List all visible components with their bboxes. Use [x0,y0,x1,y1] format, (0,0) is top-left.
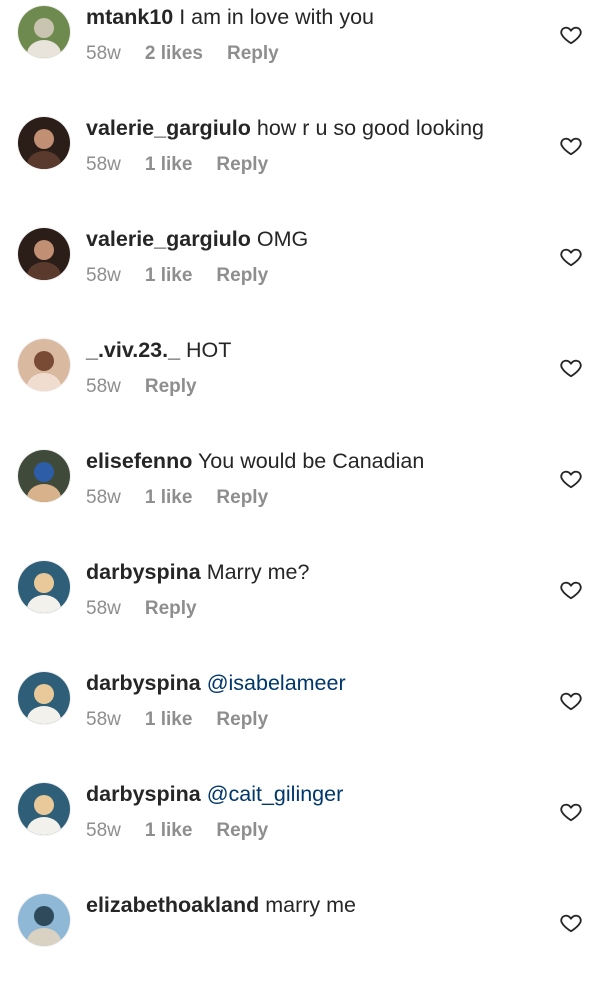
like-heart-icon[interactable] [560,579,582,601]
like-heart-icon[interactable] [560,690,582,712]
comment-username[interactable]: valerie_gargiulo [86,116,251,140]
reply-button[interactable]: Reply [216,709,268,730]
comment-timestamp: 58w [86,598,121,619]
comment-item: _.viv.23._ HOT 58w Reply [0,333,616,444]
comment-likes-link[interactable]: 1 like [145,709,193,730]
reply-button[interactable]: Reply [145,376,197,397]
comment-meta: 58w Reply [86,597,221,621]
comment-item: darbyspina @isabelameer 58w 1 like Reply [0,666,616,777]
comment-username[interactable]: elisefenno [86,449,192,473]
avatar[interactable] [18,894,70,946]
comment-item: mtank10 I am in love with you 58w 2 likes R… [0,0,616,111]
reply-button[interactable]: Reply [216,487,268,508]
comment-meta: 58w 1 like Reply [86,708,292,732]
comment-meta: 58w 1 like Reply [86,819,292,843]
like-heart-icon[interactable] [560,912,582,934]
comment-username[interactable]: elizabethoakland [86,893,259,917]
comment-username[interactable]: darbyspina [86,671,201,695]
comments-list: mtank10 I am in love with you 58w 2 likes R… [0,0,616,946]
reply-button[interactable]: Reply [227,43,279,64]
comment-timestamp: 58w [86,709,121,730]
comment-timestamp: 58w [86,820,121,841]
comment-mention-link[interactable]: @cait_gilinger [207,782,344,806]
comment-timestamp: 58w [86,265,121,286]
comment-meta: 58w 1 like Reply [86,153,292,177]
comment-item: valerie_gargiulo how r u so good looking… [0,111,616,222]
comment-text-line: darbyspina @isabelameer [86,670,346,696]
reply-button[interactable]: Reply [216,820,268,841]
comment-body: OMG [256,227,309,251]
reply-button[interactable]: Reply [145,598,197,619]
like-heart-icon[interactable] [560,246,582,268]
comment-timestamp: 58w [86,43,121,64]
comment-item: elisefenno You would be Canadian 58w 1 lik… [0,444,616,555]
comment-timestamp: 58w [86,376,121,397]
comment-likes-link[interactable]: 1 like [145,265,193,286]
comment-item: valerie_gargiulo OMG 58w 1 like Reply [0,222,616,333]
reply-button[interactable]: Reply [216,154,268,175]
comment-text-line: elisefenno You would be Canadian [86,448,424,474]
like-heart-icon[interactable] [560,468,582,490]
avatar[interactable] [18,117,70,169]
comment-meta: 58w 1 like Reply [86,264,292,288]
like-heart-icon[interactable] [560,24,582,46]
reply-button[interactable]: Reply [216,265,268,286]
comment-username[interactable]: valerie_gargiulo [86,227,251,251]
comment-body: how r u so good looking [256,116,484,140]
comment-text-line: darbyspina @cait_gilinger [86,781,343,807]
comment-meta: 58w 1 like Reply [86,486,292,510]
comment-text-line: _.viv.23._ HOT [86,337,231,363]
comment-item: darbyspina @cait_gilinger 58w 1 like Reply [0,777,616,888]
comment-body: You would be Canadian [197,449,425,473]
comment-likes-link[interactable]: 1 like [145,154,193,175]
comment-item: darbyspina Marry me? 58w Reply [0,555,616,666]
comment-text-line: darbyspina Marry me? [86,559,309,585]
comment-body: Marry me? [206,560,310,584]
comment-likes-link[interactable]: 1 like [145,487,193,508]
comment-likes-link[interactable]: 1 like [145,820,193,841]
comment-text-line: elizabethoakland marry me [86,892,356,918]
comment-text-line: valerie_gargiulo OMG [86,226,308,252]
comment-body: HOT [186,338,232,362]
avatar[interactable] [18,672,70,724]
comment-mention-link[interactable]: @isabelameer [207,671,346,695]
like-heart-icon[interactable] [560,135,582,157]
like-heart-icon[interactable] [560,357,582,379]
comment-username[interactable]: mtank10 [86,5,173,29]
avatar[interactable] [18,783,70,835]
comment-timestamp: 58w [86,154,121,175]
avatar[interactable] [18,450,70,502]
comment-meta: 58w 2 likes Reply [86,42,303,66]
comment-body: I am in love with you [179,5,375,29]
comment-username[interactable]: darbyspina [86,782,201,806]
comment-timestamp: 58w [86,487,121,508]
avatar[interactable] [18,561,70,613]
comment-text-line: mtank10 I am in love with you [86,4,374,30]
comment-item: elizabethoakland marry me [0,888,616,999]
like-heart-icon[interactable] [560,801,582,823]
comment-username[interactable]: darbyspina [86,560,201,584]
comment-username[interactable]: _.viv.23._ [86,338,180,362]
comment-body: marry me [265,893,357,917]
comment-text-line: valerie_gargiulo how r u so good looking [86,115,484,141]
avatar[interactable] [18,6,70,58]
avatar[interactable] [18,228,70,280]
avatar[interactable] [18,339,70,391]
comment-likes-link[interactable]: 2 likes [145,43,203,64]
comment-meta: 58w Reply [86,375,221,399]
